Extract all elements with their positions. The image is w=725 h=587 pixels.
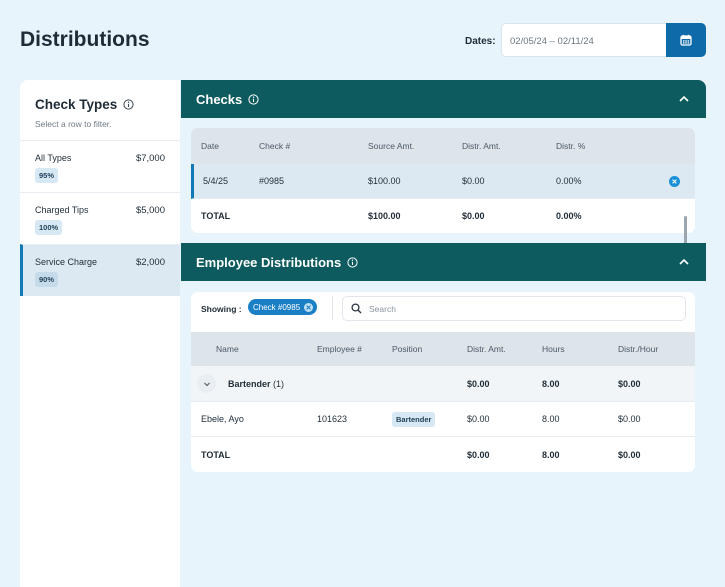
column-header[interactable]: Employee # [317, 332, 362, 366]
checks-header: Checks [181, 80, 706, 118]
column-header[interactable]: Source Amt. [368, 128, 414, 164]
check-types-panel: Check Types Select a row to filter. All … [20, 80, 180, 587]
employee-distributions-table: Showing : Check #0985 Name Employee # Po… [191, 292, 695, 472]
group-row-bartender[interactable]: Bartender (1) $0.00 8.00 $0.00 [191, 366, 695, 402]
column-header[interactable]: Check # [259, 128, 290, 164]
search-icon [351, 303, 362, 314]
column-header[interactable]: Name [216, 332, 239, 366]
search-box[interactable] [342, 296, 686, 321]
employee-name: Ebele, Ayo [201, 414, 244, 424]
distr-per-hour: $0.00 [618, 414, 641, 424]
total-percent: 0.00% [556, 211, 582, 221]
divider [332, 296, 333, 320]
filter-chip[interactable]: Check #0985 [248, 299, 318, 315]
column-header[interactable]: Position [392, 332, 422, 366]
chevron-down-icon [203, 382, 210, 386]
checks-scrollbar[interactable] [684, 216, 687, 244]
column-header[interactable]: Distr. % [556, 128, 585, 164]
column-header[interactable]: Hours [542, 332, 565, 366]
employee-total-row: TOTAL $0.00 8.00 $0.00 [191, 437, 695, 472]
info-icon[interactable] [347, 257, 358, 268]
column-header[interactable]: Distr. Amt. [462, 128, 501, 164]
check-type-name: Charged Tips [35, 205, 89, 215]
table-row[interactable]: Ebele, Ayo 101623 Bartender $0.00 8.00 $… [191, 402, 695, 437]
clear-selection-icon[interactable] [669, 175, 680, 187]
info-icon[interactable] [123, 99, 134, 110]
total-hours: 8.00 [542, 449, 560, 460]
distr-amount: $0.00 [467, 414, 490, 424]
table-row[interactable]: 5/4/25 #0985 $100.00 $0.00 0.00% [191, 164, 695, 199]
check-type-row-all[interactable]: All Types $7,000 95% [20, 140, 180, 192]
check-date: 5/4/25 [203, 176, 229, 186]
employee-distributions-header: Employee Distributions [181, 243, 706, 281]
group-name: Bartender [228, 378, 271, 389]
checks-table-header: Date Check # Source Amt. Distr. Amt. Dis… [191, 128, 695, 164]
employee-distributions-title: Employee Distributions [196, 255, 342, 270]
total-label: TOTAL [201, 449, 231, 460]
checks-total-row: TOTAL $100.00 $0.00 0.00% [191, 199, 695, 233]
check-type-percent-badge: 100% [35, 220, 63, 235]
showing-label: Showing : [201, 304, 242, 314]
calendar-icon [680, 34, 692, 46]
check-type-percent-badge: 90% [35, 272, 59, 287]
expand-group-button[interactable] [197, 374, 216, 393]
check-types-title: Check Types [35, 97, 118, 112]
distr-percent: 0.00% [556, 176, 582, 186]
total-distr: $0.00 [462, 211, 485, 221]
page-title: Distributions [20, 28, 150, 51]
total-label: TOTAL [201, 211, 231, 221]
check-types-subtitle: Select a row to filter. [35, 119, 112, 129]
column-header[interactable]: Date [201, 128, 219, 164]
check-type-name: All Types [35, 153, 72, 163]
date-range-input[interactable]: 02/05/24 – 02/11/24 [501, 23, 667, 57]
check-type-row-service-charge[interactable]: Service Charge $2,000 90% [20, 244, 180, 296]
chevron-up-icon[interactable] [678, 93, 690, 105]
check-type-amount: $2,000 [135, 257, 165, 268]
group-count: (1) [273, 378, 285, 389]
info-icon[interactable] [248, 94, 259, 105]
total-distr: $0.00 [467, 449, 490, 460]
group-hours: 8.00 [542, 378, 560, 389]
checks-table: Date Check # Source Amt. Distr. Amt. Dis… [191, 128, 695, 233]
total-per-hour: $0.00 [618, 449, 641, 460]
remove-filter-icon[interactable] [304, 302, 314, 312]
checks-title: Checks [196, 92, 243, 107]
check-type-row-charged-tips[interactable]: Charged Tips $5,000 100% [20, 192, 180, 244]
search-input[interactable] [369, 300, 669, 318]
employee-number: 101623 [317, 414, 348, 424]
check-type-amount: $5,000 [135, 205, 165, 216]
check-type-percent-badge: 95% [35, 168, 59, 183]
source-amount: $100.00 [368, 176, 401, 186]
column-header[interactable]: Distr. Amt. [467, 332, 506, 366]
group-distr: $0.00 [467, 378, 490, 389]
group-per-hour: $0.00 [618, 378, 641, 389]
calendar-button[interactable] [666, 23, 706, 57]
hours: 8.00 [542, 414, 560, 424]
filter-chip-label: Check #0985 [253, 302, 301, 312]
dates-label: Dates: [465, 36, 496, 47]
chevron-up-icon[interactable] [678, 256, 690, 268]
position-badge: Bartender [392, 411, 436, 427]
total-source: $100.00 [368, 211, 401, 221]
employee-table-header: Name Employee # Position Distr. Amt. Hou… [191, 332, 695, 366]
column-header[interactable]: Distr./Hour [618, 332, 658, 366]
check-number: #0985 [259, 176, 285, 186]
check-type-name: Service Charge [35, 257, 98, 267]
distr-amount: $0.00 [462, 176, 485, 186]
check-type-amount: $7,000 [135, 153, 165, 164]
